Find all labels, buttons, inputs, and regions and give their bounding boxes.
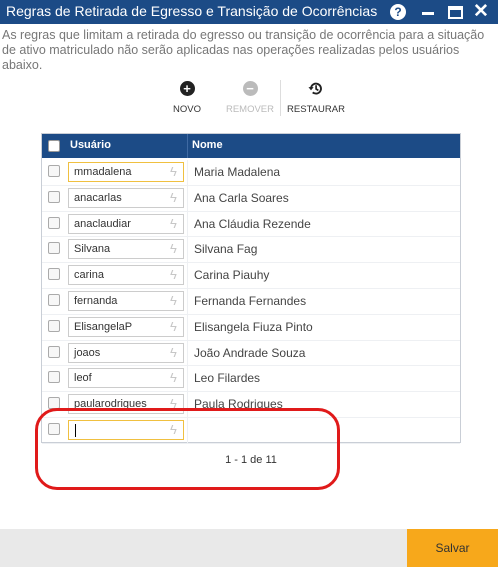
footer-bar: Salvar <box>0 529 498 567</box>
cell-divider <box>187 237 188 263</box>
lightning-icon[interactable]: ϟ <box>170 268 180 282</box>
row-checkbox[interactable] <box>48 190 60 203</box>
minus-circle-icon: − <box>242 80 258 96</box>
lightning-icon[interactable]: ϟ <box>170 190 180 205</box>
lightning-icon[interactable]: ϟ <box>170 345 180 360</box>
usuario-value: ElisangelaP <box>74 320 133 333</box>
minimize-icon[interactable] <box>419 3 437 21</box>
users-grid: Usuário Nome mmadalena ϟ Maria Madalena … <box>41 133 461 466</box>
row-checkbox[interactable] <box>48 345 60 358</box>
row-checkbox[interactable] <box>48 216 60 229</box>
row-checkbox[interactable] <box>48 319 60 332</box>
description-text: As regras que limitam a retirada do egre… <box>2 28 485 72</box>
cell-divider <box>187 314 188 340</box>
usuario-value: fernanda <box>74 294 118 307</box>
lightning-icon[interactable]: ϟ <box>170 293 180 308</box>
table-row[interactable]: carina ϟ Carina Piauhy <box>42 263 460 289</box>
usuario-field[interactable]: joaos ϟ <box>68 342 184 363</box>
row-checkbox[interactable] <box>48 268 60 281</box>
row-checkbox[interactable] <box>48 242 60 255</box>
usuario-value: leof <box>74 372 92 385</box>
remover-button[interactable]: − REMOVER <box>224 80 276 115</box>
table-row[interactable]: ElisangelaP ϟ Elisangela Fiuza Pinto <box>42 314 460 341</box>
usuario-field[interactable]: Silvana ϟ <box>68 239 184 260</box>
table-row[interactable]: joaos ϟ João Andrade Souza <box>42 340 460 367</box>
lightning-icon[interactable]: ϟ <box>170 371 180 385</box>
usuario-value: Silvana <box>74 243 111 256</box>
usuario-value: carina <box>74 269 104 282</box>
history-icon <box>308 80 324 96</box>
restaurar-label: RESTAURAR <box>287 104 345 115</box>
cell-divider <box>187 185 188 211</box>
save-button[interactable]: Salvar <box>407 529 498 567</box>
lightning-icon[interactable]: ϟ <box>170 319 180 334</box>
toolbar-divider <box>280 80 281 116</box>
column-header-usuario[interactable]: Usuário <box>70 139 111 151</box>
cell-divider <box>187 160 188 185</box>
nome-value: Leo Filardes <box>194 371 261 386</box>
lightning-icon[interactable]: ϟ <box>170 165 180 179</box>
cell-divider <box>187 288 188 314</box>
usuario-field[interactable]: fernanda ϟ <box>68 290 184 311</box>
window-title: Regras de Retirada de Egresso e Transiçã… <box>6 3 378 19</box>
row-checkbox[interactable] <box>48 371 60 384</box>
table-row[interactable]: anacarlas ϟ Ana Carla Soares <box>42 185 460 212</box>
table-row[interactable]: anaclaudiar ϟ Ana Cláudia Rezende <box>42 211 460 238</box>
remover-label: REMOVER <box>225 104 275 115</box>
row-checkbox[interactable] <box>48 293 60 306</box>
usuario-value: anaclaudiar <box>74 217 131 230</box>
nome-value: Fernanda Fernandes <box>194 293 307 308</box>
lightning-icon[interactable]: ϟ <box>170 242 180 256</box>
novo-label: NOVO <box>173 104 201 115</box>
table-row[interactable]: Silvana ϟ Silvana Fag <box>42 237 460 264</box>
grid-header: Usuário Nome <box>42 134 460 158</box>
table-row[interactable]: fernanda ϟ Fernanda Fernandes <box>42 288 460 315</box>
cell-divider <box>187 211 188 237</box>
plus-circle-icon: + <box>179 80 195 96</box>
nome-value: Silvana Fag <box>194 242 258 257</box>
nome-value: Ana Cláudia Rezende <box>194 216 311 231</box>
help-icon[interactable]: ? <box>390 4 406 20</box>
table-row[interactable]: mmadalena ϟ Maria Madalena <box>42 160 460 186</box>
nome-value: Ana Carla Soares <box>194 190 289 205</box>
usuario-field[interactable]: anacarlas ϟ <box>68 187 184 208</box>
select-all-checkbox[interactable] <box>48 140 60 152</box>
novo-button[interactable]: + NOVO <box>170 80 204 115</box>
grid-rows: mmadalena ϟ Maria Madalena anacarlas ϟ A… <box>42 160 460 444</box>
close-icon[interactable]: ✕ <box>472 2 490 21</box>
cell-divider <box>187 263 188 288</box>
usuario-value: joaos <box>74 346 101 359</box>
maximize-icon[interactable] <box>446 3 464 21</box>
nome-value: Carina Piauhy <box>194 268 270 283</box>
row-checkbox[interactable] <box>48 165 60 177</box>
nome-value: João Andrade Souza <box>194 345 306 360</box>
cell-divider <box>187 366 188 392</box>
nome-value: Maria Madalena <box>194 165 281 179</box>
window-titlebar: Regras de Retirada de Egresso e Transiçã… <box>0 0 498 24</box>
usuario-value: anacarlas <box>74 191 122 204</box>
cell-divider <box>187 340 188 366</box>
restaurar-button[interactable]: RESTAURAR <box>286 80 346 115</box>
usuario-field[interactable]: carina ϟ <box>68 265 184 286</box>
usuario-value: mmadalena <box>74 166 132 178</box>
lightning-icon[interactable]: ϟ <box>170 216 180 231</box>
usuario-field[interactable]: anaclaudiar ϟ <box>68 213 184 234</box>
usuario-field[interactable]: leof ϟ <box>68 368 184 389</box>
column-divider <box>187 134 188 158</box>
annotation-highlight <box>35 408 340 490</box>
column-header-nome[interactable]: Nome <box>192 139 223 151</box>
usuario-field[interactable]: mmadalena ϟ <box>68 162 184 182</box>
usuario-field[interactable]: ElisangelaP ϟ <box>68 316 184 337</box>
nome-value: Elisangela Fiuza Pinto <box>194 319 313 334</box>
table-row[interactable]: leof ϟ Leo Filardes <box>42 366 460 393</box>
